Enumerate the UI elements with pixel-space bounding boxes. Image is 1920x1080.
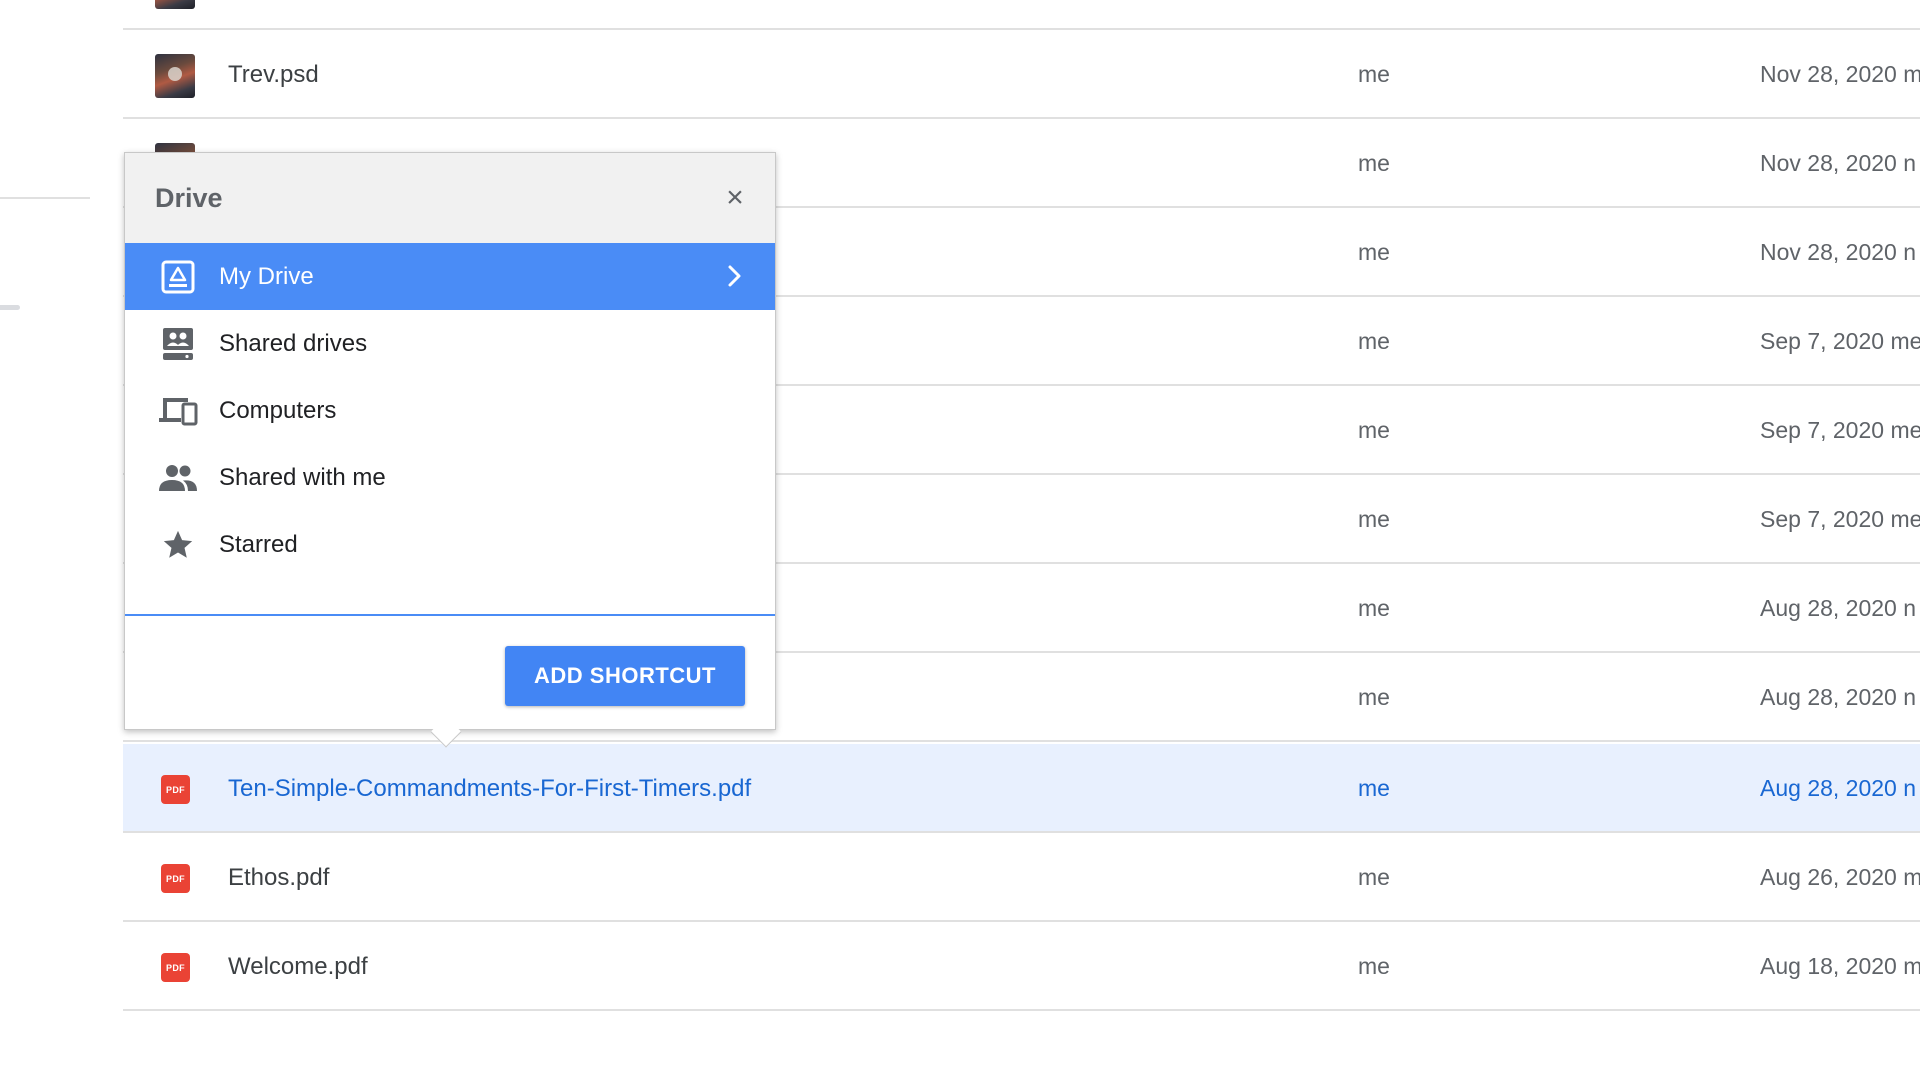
shared-drives-icon: [155, 321, 201, 367]
file-owner: me: [1358, 953, 1390, 979]
file-modified: Sep 7, 2020 me: [1760, 506, 1920, 532]
my-drive-icon: [155, 254, 201, 300]
file-owner: me: [1358, 417, 1390, 443]
file-modified: Nov 28, 2020 n: [1760, 150, 1917, 176]
file-modified: Nov 28, 2020 m: [1760, 61, 1920, 87]
add-shortcut-button[interactable]: ADD SHORTCUT: [505, 646, 745, 706]
file-modified: Sep 7, 2020 me: [1760, 328, 1920, 354]
sidebar-divider: [0, 197, 90, 199]
file-owner: me: [1358, 864, 1390, 890]
file-modified: Aug 28, 2020 n: [1760, 595, 1917, 621]
file-row[interactable]: PDF Ethos.pdf me Aug 26, 2020 m: [123, 833, 1920, 922]
file-row[interactable]: PDF Welcome.pdf me Aug 18, 2020 m: [123, 922, 1920, 1011]
computers-icon: [155, 388, 201, 434]
file-name: Ten-Simple-Commandments-For-First-Timers…: [228, 775, 752, 802]
close-icon[interactable]: ×: [717, 180, 753, 216]
dialog-divider: [125, 614, 775, 616]
file-row[interactable]: Trev.psd me Nov 28, 2020 m: [123, 30, 1920, 119]
dialog-pointer: [430, 716, 462, 748]
location-item-starred[interactable]: Starred: [125, 511, 775, 578]
file-owner: me: [1358, 684, 1390, 710]
location-item-shared-drives[interactable]: Shared drives: [125, 310, 775, 377]
location-list: My Drive Shared drives Computers Shared …: [125, 243, 775, 578]
file-owner: me: [1358, 328, 1390, 354]
file-modified: Aug 18, 2020 m: [1760, 953, 1920, 979]
location-label: My Drive: [219, 262, 314, 290]
file-owner: me: [1358, 61, 1390, 87]
file-owner: me: [1358, 239, 1390, 265]
file-modified: Aug 26, 2020 m: [1760, 864, 1920, 890]
file-owner: me: [1358, 595, 1390, 621]
sidebar-scroll-stub: [0, 305, 20, 310]
file-thumbnail: [155, 54, 195, 98]
shared-with-me-icon: [155, 455, 201, 501]
dialog-title: Drive: [155, 183, 223, 213]
file-row-selected[interactable]: PDF Ten-Simple-Commandments-For-First-Ti…: [123, 744, 1920, 833]
star-icon: [155, 522, 201, 568]
location-label: Shared with me: [219, 463, 386, 491]
file-name: Trev.psd: [228, 61, 319, 88]
location-label: Computers: [219, 396, 337, 424]
file-name: Welcome.pdf: [228, 953, 368, 980]
drive-page: Trev.psd me Nov 28, 2020 m me Nov 28, 20…: [0, 0, 1920, 1080]
file-owner: me: [1358, 150, 1390, 176]
file-thumbnail: [155, 0, 195, 9]
file-owner: me: [1358, 506, 1390, 532]
file-modified: Aug 28, 2020 n: [1760, 775, 1917, 801]
file-row[interactable]: [123, 0, 1920, 30]
file-name: Ethos.pdf: [228, 864, 330, 891]
location-item-my-drive[interactable]: My Drive: [125, 243, 775, 310]
location-label: Starred: [219, 530, 298, 558]
pdf-icon: PDF: [161, 953, 190, 982]
chevron-right-icon[interactable]: [715, 257, 753, 295]
file-owner: me: [1358, 775, 1390, 801]
file-modified: Sep 7, 2020 me: [1760, 417, 1920, 443]
pdf-icon: PDF: [161, 775, 190, 804]
add-shortcut-dialog: Drive × My Drive Shared drives Computers…: [124, 152, 776, 748]
location-item-computers[interactable]: Computers: [125, 377, 775, 444]
file-modified: Nov 28, 2020 n: [1760, 239, 1917, 265]
pdf-icon: PDF: [161, 864, 190, 893]
location-label: Shared drives: [219, 329, 368, 357]
location-item-shared-with-me[interactable]: Shared with me: [125, 444, 775, 511]
dialog-header: Drive ×: [125, 153, 775, 243]
file-modified: Aug 28, 2020 n: [1760, 684, 1917, 710]
